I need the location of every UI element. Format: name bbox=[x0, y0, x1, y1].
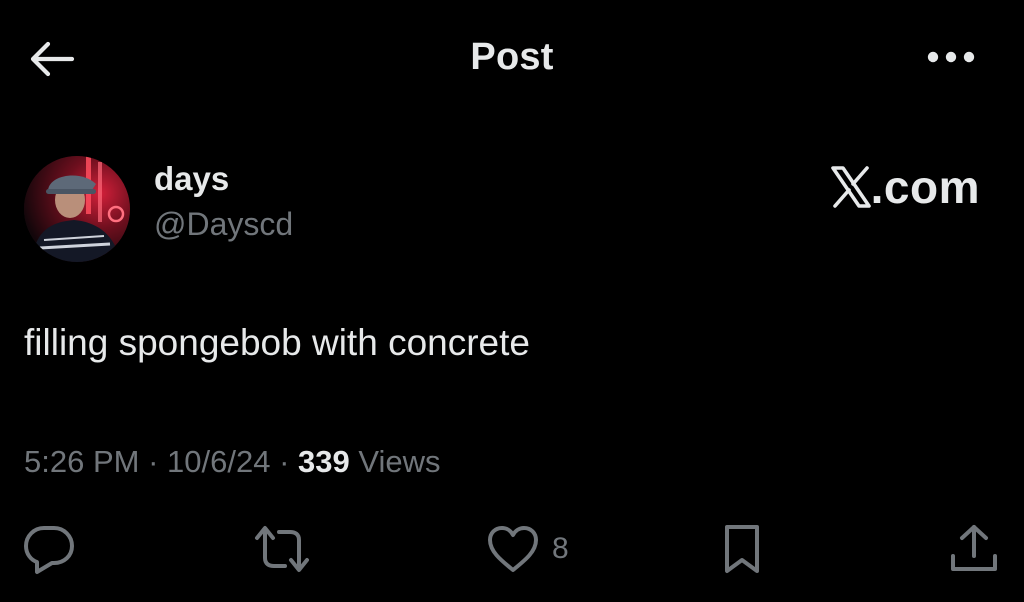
views-label: Views bbox=[358, 444, 441, 479]
post-text: filling spongebob with concrete bbox=[24, 322, 530, 363]
repost-icon bbox=[255, 526, 309, 572]
heart-icon bbox=[488, 526, 538, 572]
bookmark-icon bbox=[725, 525, 759, 573]
avatar-photo bbox=[24, 156, 130, 262]
meta-separator: · bbox=[148, 444, 159, 479]
x-logo-icon bbox=[830, 166, 871, 208]
more-options-button[interactable] bbox=[920, 36, 982, 78]
top-bar: Post bbox=[0, 0, 1024, 118]
repost-button[interactable] bbox=[253, 520, 311, 578]
reply-button[interactable] bbox=[22, 520, 76, 578]
display-name[interactable]: days bbox=[154, 160, 229, 198]
meta-separator: · bbox=[279, 444, 290, 479]
like-count: 8 bbox=[552, 532, 569, 565]
x-com-watermark: .com bbox=[830, 161, 980, 213]
post-meta: 5:26 PM · 10/6/24 · 339 Views bbox=[24, 444, 441, 480]
post-date[interactable]: 10/6/24 bbox=[167, 444, 270, 479]
bookmark-button[interactable] bbox=[720, 520, 764, 578]
post-time[interactable]: 5:26 PM bbox=[24, 444, 139, 479]
page-title: Post bbox=[470, 36, 554, 78]
user-handle[interactable]: @Dayscd bbox=[154, 206, 293, 243]
post-author: days @Dayscd bbox=[22, 150, 722, 262]
avatar[interactable] bbox=[24, 156, 130, 262]
views-count: 339 bbox=[298, 444, 350, 479]
more-dots-icon bbox=[927, 51, 975, 63]
share-icon bbox=[951, 525, 997, 571]
watermark-text: .com bbox=[870, 161, 980, 213]
action-bar: 8 bbox=[0, 520, 1024, 580]
like-button[interactable]: 8 bbox=[486, 520, 569, 578]
share-button[interactable] bbox=[948, 520, 1000, 578]
reply-icon bbox=[24, 526, 74, 574]
